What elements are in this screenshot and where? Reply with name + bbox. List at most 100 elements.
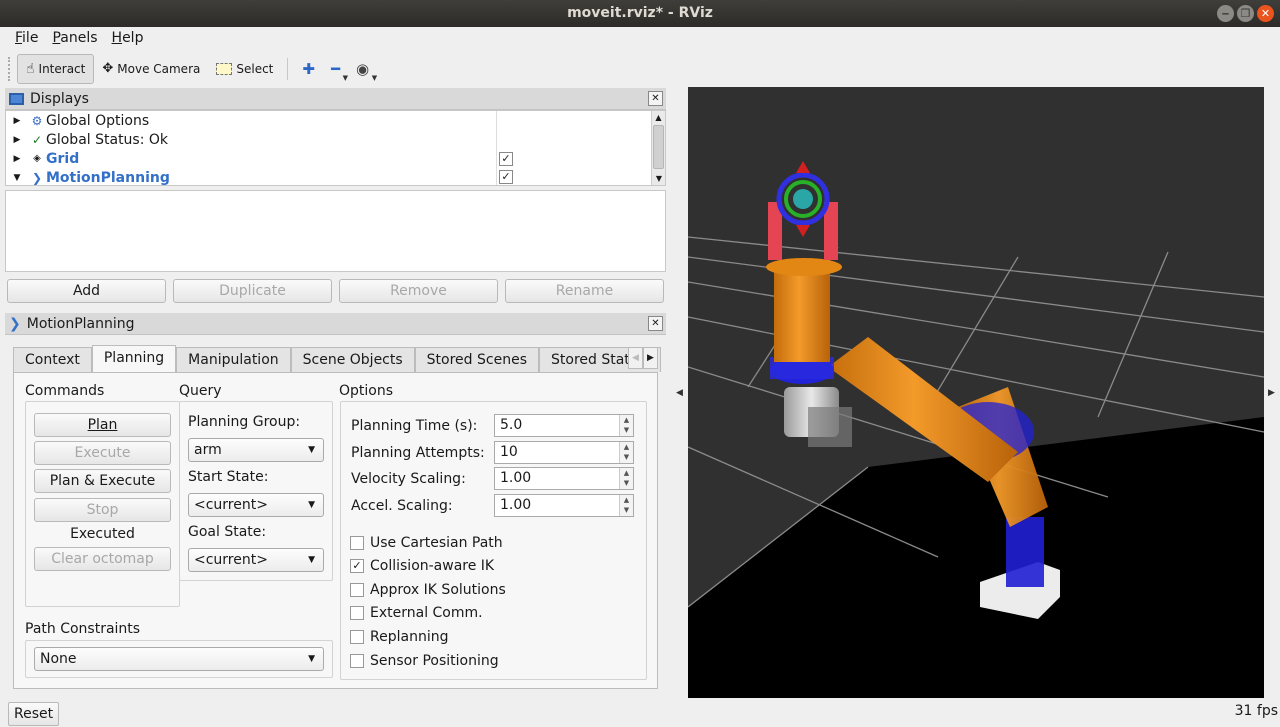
window-titlebar: moveit.rviz* - RViz ‒ ❐ ✕ xyxy=(0,0,1280,27)
replanning-checkbox[interactable]: Replanning xyxy=(350,629,448,645)
tab-stored-scenes[interactable]: Stored Scenes xyxy=(414,347,539,372)
move-arrows-icon: ✥ xyxy=(102,61,114,76)
collapse-arrow-icon[interactable]: ▼ xyxy=(6,173,28,183)
display-properties-area xyxy=(5,190,666,272)
expand-arrow-icon[interactable]: ▶ xyxy=(6,135,28,145)
menu-panels[interactable]: Panels xyxy=(45,27,104,51)
checkbox-box[interactable] xyxy=(350,536,364,550)
chevron-down-icon: ▼ xyxy=(308,654,315,664)
chevron-down-icon: ▼ xyxy=(308,555,315,565)
use-cartesian-path-checkbox[interactable]: Use Cartesian Path xyxy=(350,535,503,551)
select-tool-button[interactable]: Select xyxy=(208,54,281,84)
scroll-up-icon[interactable]: ▲ xyxy=(652,113,665,122)
checkbox-box[interactable] xyxy=(350,606,364,620)
close-motionplanning-button[interactable]: ✕ xyxy=(648,316,663,331)
spin-arrows-icon[interactable]: ▲ ▼ xyxy=(619,468,633,489)
collapse-left-arrow-icon[interactable]: ◀ xyxy=(676,388,683,398)
expand-arrow-icon[interactable]: ▶ xyxy=(6,116,28,126)
goal-state-value: <current> xyxy=(194,552,268,568)
status-bar: Reset 31 fps xyxy=(0,700,1280,727)
planning-attempts-value: 10 xyxy=(500,444,518,460)
close-displays-button[interactable]: ✕ xyxy=(648,91,663,106)
checkbox-label: External Comm. xyxy=(370,605,483,621)
query-heading: Query xyxy=(179,383,222,399)
menu-bar: File Panels Help xyxy=(0,27,1280,51)
checkbox-box[interactable] xyxy=(350,654,364,668)
menu-file[interactable]: File xyxy=(8,27,45,51)
tree-row-motionplanning[interactable]: ▼ ❯ MotionPlanning xyxy=(6,168,656,187)
tab-context[interactable]: Context xyxy=(13,347,92,372)
planning-attempts-spinbox[interactable]: 10 ▲ ▼ xyxy=(494,441,634,464)
grid-icon: ◈ xyxy=(33,153,41,164)
goal-state-label: Goal State: xyxy=(188,524,267,540)
plan-and-execute-button[interactable]: Plan & Execute xyxy=(34,469,171,493)
velocity-scaling-spinbox[interactable]: 1.00 ▲ ▼ xyxy=(494,467,634,490)
displays-title: Displays xyxy=(30,90,89,107)
tab-scroll-left-icon[interactable]: ◀ xyxy=(628,347,643,369)
interact-tool-button[interactable]: ☝ Interact xyxy=(17,53,95,84)
grid-enabled-checkbox[interactable]: ✓ xyxy=(499,152,513,166)
execute-button[interactable]: Execute xyxy=(34,441,171,465)
window-title: moveit.rviz* - RViz xyxy=(567,5,713,21)
add-tool-button[interactable]: ✚ xyxy=(294,60,323,78)
move-camera-tool-button[interactable]: ✥ Move Camera xyxy=(94,54,208,84)
execution-status: Executed xyxy=(70,526,135,542)
window-controls: ‒ ❐ ✕ xyxy=(1217,5,1274,22)
planning-time-spinbox[interactable]: 5.0 ▲ ▼ xyxy=(494,414,634,437)
start-state-select[interactable]: <current> ▼ xyxy=(188,493,324,517)
panels-visibility-button[interactable]: ◉ ▼ xyxy=(348,60,377,82)
interactive-marker-sphere[interactable] xyxy=(793,189,813,209)
start-state-value: <current> xyxy=(194,497,268,513)
toolbar-grip[interactable] xyxy=(8,56,13,81)
tree-row-global-options[interactable]: ▶ ⚙ Global Options xyxy=(6,111,656,130)
spin-arrows-icon[interactable]: ▲ ▼ xyxy=(619,495,633,516)
robot-shoulder-shadow xyxy=(808,407,852,447)
tab-manipulation[interactable]: Manipulation xyxy=(176,347,291,372)
tree-scrollbar[interactable]: ▲ ▼ xyxy=(651,111,665,185)
plan-button[interactable]: Plan xyxy=(34,413,171,437)
hand-pointer-icon: ☝ xyxy=(26,60,35,77)
checkbox-label: Collision-aware IK xyxy=(370,558,495,574)
stop-button[interactable]: Stop xyxy=(34,498,171,522)
planning-group-select[interactable]: arm ▼ xyxy=(188,438,324,462)
collision-aware-ik-checkbox[interactable]: ✓ Collision-aware IK xyxy=(350,558,494,574)
plan-label: Plan xyxy=(87,417,118,433)
goal-state-select[interactable]: <current> ▼ xyxy=(188,548,324,572)
menu-help[interactable]: Help xyxy=(105,27,151,51)
reset-button[interactable]: Reset xyxy=(8,702,60,726)
minimize-button[interactable]: ‒ xyxy=(1217,5,1234,22)
tree-row-global-status[interactable]: ▶ ✓ Global Status: Ok xyxy=(6,130,656,149)
render-viewport[interactable] xyxy=(688,87,1264,698)
options-heading: Options xyxy=(339,383,394,399)
expand-arrow-icon[interactable]: ▶ xyxy=(6,154,28,164)
checkbox-box[interactable] xyxy=(350,583,364,597)
remove-tool-button[interactable]: ━ ▼ xyxy=(323,60,348,82)
path-constraints-select[interactable]: None ▼ xyxy=(34,647,324,671)
tree-row-grid[interactable]: ▶ ◈ Grid xyxy=(6,149,656,168)
close-button[interactable]: ✕ xyxy=(1257,5,1274,22)
checkbox-box[interactable] xyxy=(350,630,364,644)
scroll-down-icon[interactable]: ▼ xyxy=(652,174,666,183)
add-display-button[interactable]: Add xyxy=(7,279,166,303)
rename-display-button[interactable]: Rename xyxy=(505,279,664,303)
sensor-positioning-checkbox[interactable]: Sensor Positioning xyxy=(350,653,499,669)
tab-scene-objects[interactable]: Scene Objects xyxy=(290,347,415,372)
spin-arrows-icon[interactable]: ▲ ▼ xyxy=(619,415,633,436)
scroll-thumb[interactable] xyxy=(653,125,664,169)
tab-scroll-right-icon[interactable]: ▶ xyxy=(643,347,658,369)
chevron-down-icon: ▼ xyxy=(308,445,315,455)
spin-arrows-icon[interactable]: ▲ ▼ xyxy=(619,442,633,463)
plus-icon: ✚ xyxy=(302,59,315,78)
remove-display-button[interactable]: Remove xyxy=(339,279,498,303)
displays-tree: ▶ ⚙ Global Options ▶ ✓ Global Status: Ok… xyxy=(5,110,666,186)
approx-ik-solutions-checkbox[interactable]: Approx IK Solutions xyxy=(350,582,506,598)
checkbox-box[interactable]: ✓ xyxy=(350,559,364,573)
accel-scaling-spinbox[interactable]: 1.00 ▲ ▼ xyxy=(494,494,634,517)
duplicate-display-button[interactable]: Duplicate xyxy=(173,279,332,303)
collapse-right-arrow-icon[interactable]: ▶ xyxy=(1268,388,1275,398)
tab-planning[interactable]: Planning xyxy=(91,345,177,372)
maximize-button[interactable]: ❐ xyxy=(1237,5,1254,22)
clear-octomap-button[interactable]: Clear octomap xyxy=(34,547,171,571)
motionplanning-enabled-checkbox[interactable]: ✓ xyxy=(499,170,513,184)
external-comm-checkbox[interactable]: External Comm. xyxy=(350,605,483,621)
